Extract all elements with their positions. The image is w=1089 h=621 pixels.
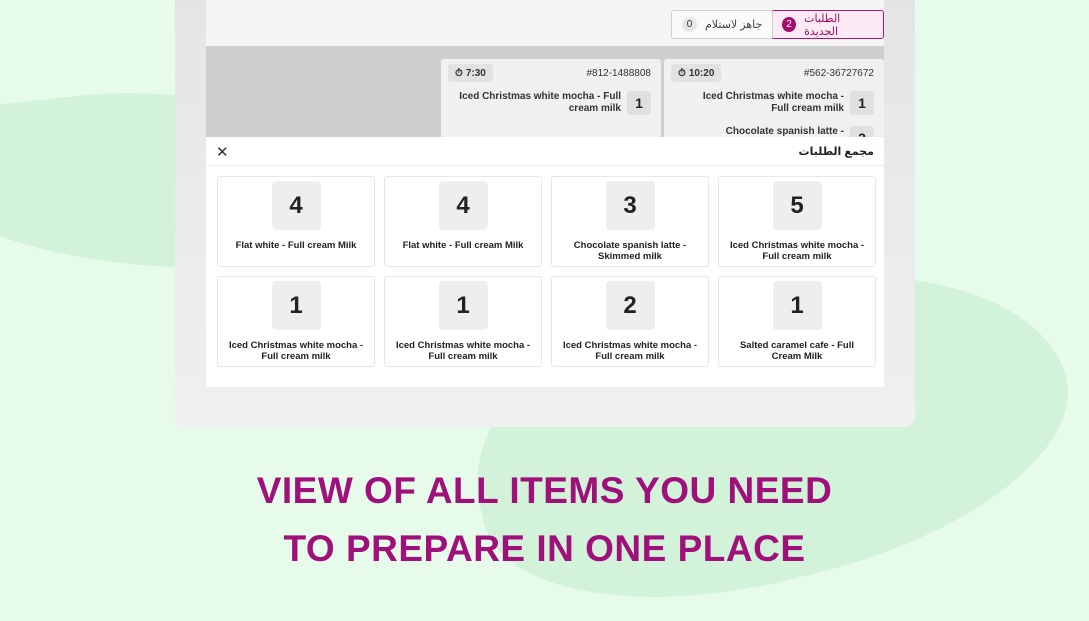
order-line-name: Iced Christmas white mocha - Full cream … bbox=[702, 91, 844, 114]
tab-ready-label: جاهز لاستلام bbox=[705, 19, 763, 31]
item-qty: 5 bbox=[772, 181, 822, 230]
item-qty: 1 bbox=[271, 281, 321, 330]
tab-new-orders-label: الطلبات الجديدة bbox=[804, 12, 841, 38]
item-card[interactable]: 2 Iced Christmas white mocha - Full crea… bbox=[551, 276, 709, 367]
item-qty: 2 bbox=[605, 281, 655, 330]
item-card[interactable]: 3 Chocolate spanish latte - Skimmed milk bbox=[551, 176, 709, 267]
item-name: Iced Christmas white mocha - Full cream … bbox=[729, 240, 865, 262]
tab-new-orders[interactable]: 2 الطلبات الجديدة bbox=[771, 10, 884, 39]
item-card[interactable]: 4 Flat white - Full cream Milk bbox=[384, 176, 542, 267]
item-qty: 3 bbox=[605, 181, 655, 230]
item-name: Salted caramel cafe - Full Cream Milk bbox=[739, 340, 855, 362]
sheet-header: ✕ مجمع الطلبات bbox=[206, 137, 884, 166]
item-name: Iced Christmas white mocha - Full cream … bbox=[395, 340, 531, 362]
order-line-qty: 1 bbox=[627, 91, 651, 115]
item-name: Iced Christmas white mocha - Full cream … bbox=[228, 340, 364, 362]
app-screen: 2 الطلبات الجديدة 0 جاهز لاستلام ⏱ 10:20… bbox=[206, 0, 884, 387]
new-orders-count-badge: 2 bbox=[782, 17, 797, 32]
order-line: Iced Christmas white mocha - Full cream … bbox=[451, 91, 651, 115]
item-name: Chocolate spanish latte - Skimmed milk bbox=[573, 240, 687, 262]
item-qty: 4 bbox=[271, 181, 321, 230]
promo-headline: VIEW OF ALL ITEMS YOU NEED TO PREPARE IN… bbox=[0, 462, 1089, 578]
headline-line-1: VIEW OF ALL ITEMS YOU NEED bbox=[256, 470, 833, 511]
item-card[interactable]: 1 Iced Christmas white mocha - Full crea… bbox=[384, 276, 542, 367]
order-line: Iced Christmas white mocha - Full cream … bbox=[684, 91, 874, 115]
tablet-frame: 2 الطلبات الجديدة 0 جاهز لاستلام ⏱ 10:20… bbox=[175, 0, 915, 427]
item-card[interactable]: 1 Iced Christmas white mocha - Full crea… bbox=[217, 276, 375, 367]
item-name: Flat white - Full cream Milk bbox=[402, 240, 524, 251]
ready-count-badge: 0 bbox=[682, 17, 697, 32]
order-id: #812-1488808 bbox=[586, 68, 651, 79]
order-time: ⏱ 7:30 bbox=[448, 64, 493, 82]
items-grid: 5 Iced Christmas white mocha - Full crea… bbox=[215, 176, 876, 367]
item-name: Iced Christmas white mocha - Full cream … bbox=[562, 340, 698, 362]
order-id: #562-36727672 bbox=[803, 68, 874, 79]
item-qty: 4 bbox=[438, 181, 488, 230]
headline-line-2: TO PREPARE IN ONE PLACE bbox=[283, 528, 806, 569]
timer-icon: ⏱ bbox=[678, 67, 686, 79]
sheet-title: مجمع الطلبات bbox=[798, 146, 874, 158]
order-time-value: 10:20 bbox=[688, 67, 715, 79]
order-time-value: 7:30 bbox=[465, 67, 486, 79]
order-time: ⏱ 10:20 bbox=[671, 64, 722, 82]
order-line-qty: 1 bbox=[850, 91, 874, 115]
item-card[interactable]: 5 Iced Christmas white mocha - Full crea… bbox=[718, 176, 876, 267]
order-line-name: Iced Christmas white mocha - Full cream … bbox=[459, 91, 621, 114]
item-qty: 1 bbox=[772, 281, 822, 330]
item-card[interactable]: 1 Salted caramel cafe - Full Cream Milk bbox=[718, 276, 876, 367]
close-icon[interactable]: ✕ bbox=[216, 143, 229, 161]
items-summary-sheet: ✕ مجمع الطلبات 5 Iced Christmas white mo… bbox=[206, 137, 884, 387]
timer-icon: ⏱ bbox=[455, 67, 463, 79]
item-qty: 1 bbox=[438, 281, 488, 330]
item-card[interactable]: 4 Flat white - Full cream Milk bbox=[217, 176, 375, 267]
tab-ready-for-pickup[interactable]: 0 جاهز لاستلام bbox=[671, 10, 774, 39]
status-tabs-bar: 2 الطلبات الجديدة 0 جاهز لاستلام bbox=[206, 0, 884, 46]
item-name: Flat white - Full cream Milk bbox=[235, 240, 357, 251]
